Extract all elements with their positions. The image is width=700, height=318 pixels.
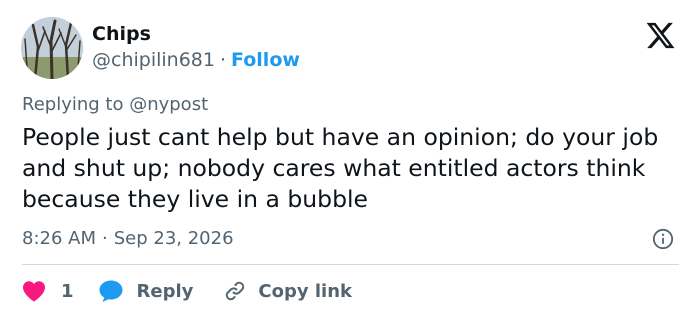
avatar[interactable] bbox=[21, 17, 83, 79]
timestamp-separator: · bbox=[102, 228, 108, 249]
copy-link-button[interactable]: Copy link bbox=[223, 279, 352, 303]
heart-icon bbox=[23, 281, 45, 302]
info-icon[interactable] bbox=[652, 228, 674, 250]
action-bar: 1 Reply Copy link bbox=[22, 277, 352, 305]
author-handle[interactable]: @chipilin681 bbox=[92, 49, 215, 71]
follow-button[interactable]: Follow bbox=[231, 49, 300, 71]
action-divider bbox=[22, 264, 679, 265]
author-handle-row: @chipilin681 · Follow bbox=[92, 49, 300, 71]
copy-link-label: Copy link bbox=[258, 280, 352, 302]
reply-label: Reply bbox=[136, 280, 194, 302]
tweet-text: People just cant help but have an opinio… bbox=[22, 123, 659, 213]
x-logo-icon[interactable] bbox=[645, 20, 676, 51]
replying-to-text[interactable]: Replying to @nypost bbox=[22, 94, 208, 115]
tweet-time[interactable]: 8:26 AM bbox=[22, 228, 96, 249]
reply-button[interactable]: Reply bbox=[98, 279, 194, 303]
like-button[interactable]: 1 bbox=[22, 280, 74, 302]
display-name[interactable]: Chips bbox=[92, 23, 151, 45]
tweet-card: Chips @chipilin681 · Follow Replying to @n… bbox=[0, 0, 700, 318]
tweet-timestamp[interactable]: 8:26 AM · Sep 23, 2026 bbox=[22, 228, 234, 249]
link-icon bbox=[226, 281, 245, 301]
like-count: 1 bbox=[61, 280, 74, 302]
handle-separator: · bbox=[219, 49, 227, 71]
tweet-date[interactable]: Sep 23, 2026 bbox=[114, 228, 234, 249]
chat-bubble-icon bbox=[99, 280, 123, 302]
